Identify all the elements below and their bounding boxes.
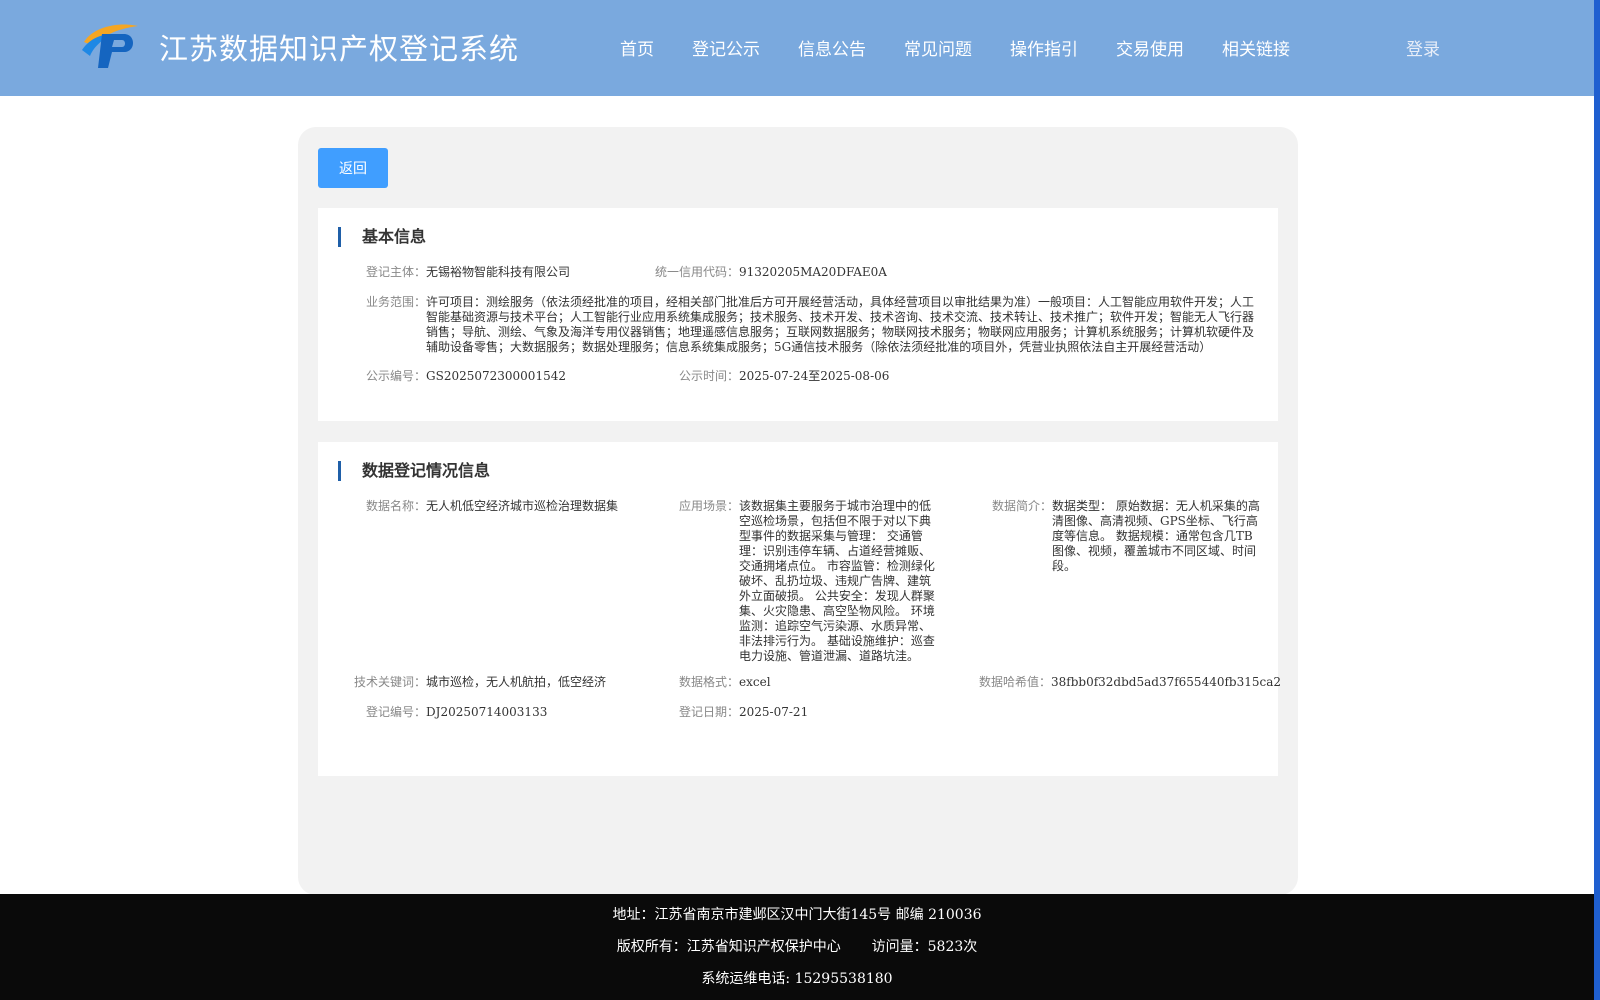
field-label: 技术关键词： (354, 675, 427, 689)
section-title-data-info: 数据登记情况信息 (338, 461, 490, 481)
subject-value: 无锡裕物智能科技有限公司 (426, 265, 571, 279)
field-data-intro: 数据简介： 数据类型： 原始数据：无人机采集的高清图像、高清视频、GPS坐标、飞… (992, 499, 1262, 574)
back-button[interactable]: 返回 (318, 148, 388, 188)
data-intro-value: 数据类型： 原始数据：无人机采集的高清图像、高清视频、GPS坐标、飞行高度等信息… (1052, 499, 1260, 573)
publication-time-value: 2025-07-24至2025-08-06 (739, 369, 890, 383)
field-publication-no: 公示编号： GS2025072300001542 (366, 369, 566, 384)
field-credit-code: 统一信用代码： 91320205MA20DFAE0A (655, 265, 887, 280)
field-data-format: 数据格式： excel (679, 675, 771, 690)
footer-copyright-line: 版权所有：江苏省知识产权保护中心 访问量：5823次 (0, 936, 1594, 956)
data-hash-value: 38fbb0f32dbd5ad37f655440fb315ca2 (1051, 675, 1282, 689)
field-keywords: 技术关键词： 城市巡检，无人机航拍，低空经济 (354, 675, 606, 690)
field-publication-time: 公示时间： 2025-07-24至2025-08-06 (679, 369, 889, 384)
field-label: 公示编号： (366, 369, 427, 383)
business-scope-value: 许可项目：测绘服务（依法须经批准的项目，经相关部门批准后方可开展经营活动，具体经… (426, 295, 1255, 354)
site-title: 江苏数据知识产权登记系统 (159, 32, 520, 66)
nav-home[interactable]: 首页 (620, 35, 654, 60)
nav-announcements[interactable]: 信息公告 (798, 35, 866, 60)
field-label: 数据格式： (679, 675, 740, 689)
field-label: 数据名称： (366, 499, 427, 513)
main-nav: 首页 登记公示 信息公告 常见问题 操作指引 交易使用 相关链接 (620, 35, 1290, 60)
detail-panel: 返回 基本信息 登记主体： 无锡裕物智能科技有限公司 统一信用代码： 91320… (298, 127, 1298, 895)
field-label: 业务范围： (366, 295, 427, 309)
basic-info-card: 基本信息 登记主体： 无锡裕物智能科技有限公司 统一信用代码： 91320205… (318, 208, 1278, 421)
field-business-scope: 业务范围： 许可项目：测绘服务（依法须经批准的项目，经相关部门批准后方可开展经营… (366, 295, 1261, 355)
field-label: 登记日期： (679, 705, 740, 719)
field-label: 应用场景： (679, 499, 740, 513)
footer-address: 地址：江苏省南京市建邺区汉中门大街145号 邮编 210036 (612, 907, 982, 923)
data-registration-card: 数据登记情况信息 数据名称： 无人机低空经济城市巡检治理数据集 应用场景： 该数… (318, 442, 1281, 776)
field-label: 登记主体： (366, 265, 427, 279)
site-footer: 地址：江苏省南京市建邺区汉中门大街145号 邮编 210036 版权所有：江苏省… (0, 894, 1594, 1000)
field-registration-date: 登记日期： 2025-07-21 (679, 705, 808, 720)
field-label: 统一信用代码： (655, 265, 740, 279)
nav-links[interactable]: 相关链接 (1222, 35, 1290, 60)
nav-registration-notice[interactable]: 登记公示 (692, 35, 760, 60)
footer-copyright: 版权所有：江苏省知识产权保护中心 (616, 939, 841, 955)
section-title-basic-info: 基本信息 (338, 227, 426, 247)
field-data-name: 数据名称： 无人机低空经济城市巡检治理数据集 (366, 499, 618, 514)
nav-trade[interactable]: 交易使用 (1116, 35, 1184, 60)
field-registration-no: 登记编号： DJ20250714003133 (366, 705, 547, 720)
field-label: 数据哈希值： (979, 675, 1052, 689)
registration-no-value: DJ20250714003133 (426, 705, 548, 719)
field-label: 公示时间： (679, 369, 740, 383)
field-label: 数据简介： (992, 499, 1053, 513)
data-name-value: 无人机低空经济城市巡检治理数据集 (426, 499, 619, 513)
field-application-scene: 应用场景： 该数据集主要服务于城市治理中的低空巡检场景，包括但不限于对以下典型事… (679, 499, 938, 664)
footer-phone: 系统运维电话: 15295538180 (701, 971, 893, 987)
scrollbar-edge (1594, 0, 1600, 1000)
footer-visits: 访问量：5823次 (871, 939, 978, 955)
registration-date-value: 2025-07-21 (739, 705, 809, 719)
site-header: 江苏数据知识产权登记系统 首页 登记公示 信息公告 常见问题 操作指引 交易使用… (0, 0, 1594, 96)
login-link[interactable]: 登录 (1406, 35, 1440, 60)
data-format-value: excel (739, 675, 771, 689)
publication-no-value: GS2025072300001542 (426, 369, 566, 383)
credit-code-value: 91320205MA20DFAE0A (739, 265, 887, 279)
field-label: 登记编号： (366, 705, 427, 719)
nav-faq[interactable]: 常见问题 (904, 35, 972, 60)
nav-guide[interactable]: 操作指引 (1010, 35, 1078, 60)
field-subject: 登记主体： 无锡裕物智能科技有限公司 (366, 265, 570, 280)
application-scene-value: 该数据集主要服务于城市治理中的低空巡检场景，包括但不限于对以下典型事件的数据采集… (739, 499, 935, 663)
field-data-hash: 数据哈希值： 38fbb0f32dbd5ad37f655440fb315ca2 (979, 675, 1281, 690)
site-logo (82, 24, 138, 68)
keywords-value: 城市巡检，无人机航拍，低空经济 (426, 675, 607, 689)
